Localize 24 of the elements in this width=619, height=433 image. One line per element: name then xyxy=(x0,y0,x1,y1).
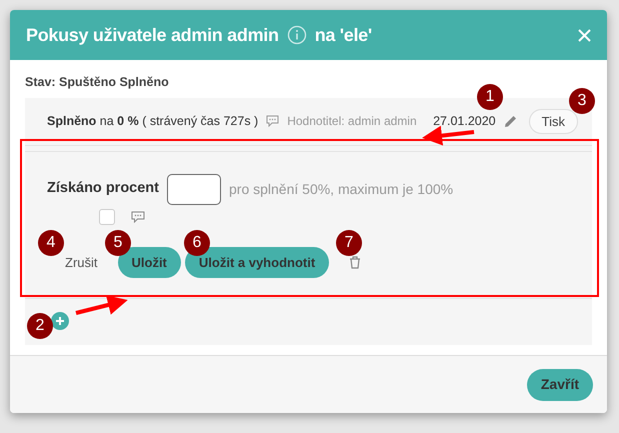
comment-icon xyxy=(266,115,280,128)
print-button[interactable]: Tisk xyxy=(528,108,578,134)
evaluator-text: Hodnotitel: admin admin xyxy=(287,113,417,130)
dialog-title: na 'ele' xyxy=(314,24,372,46)
percent-input[interactable] xyxy=(167,174,221,205)
trash-icon[interactable] xyxy=(349,256,362,269)
comment-icon[interactable] xyxy=(131,210,145,223)
pencil-icon[interactable] xyxy=(504,114,517,128)
status-text: Stav: Spuštěno Splněno xyxy=(25,74,170,91)
attempt-result: Splněno na 0 % ( strávený čas 727s ) xyxy=(47,112,258,130)
attempt-date: 27.01.2020 xyxy=(433,112,496,130)
cancel-link[interactable]: Zrušit xyxy=(65,252,98,272)
hint-text: pro splnění 50%, maximum je 100% xyxy=(229,180,454,199)
info-icon xyxy=(286,25,307,45)
plus-icon xyxy=(55,316,65,326)
save-button[interactable]: Uložit a vyhodnotit xyxy=(184,246,330,278)
add-button[interactable] xyxy=(51,312,69,330)
close-button[interactable]: Zavřít xyxy=(526,368,593,400)
field-label: Získáno procent xyxy=(47,179,159,198)
save-button[interactable]: Uložit xyxy=(118,246,181,278)
arrow xyxy=(422,126,474,146)
dialog-title: Pokusy uživatele admin admin xyxy=(26,24,279,47)
checkbox[interactable] xyxy=(99,208,115,225)
arrow xyxy=(76,295,128,315)
